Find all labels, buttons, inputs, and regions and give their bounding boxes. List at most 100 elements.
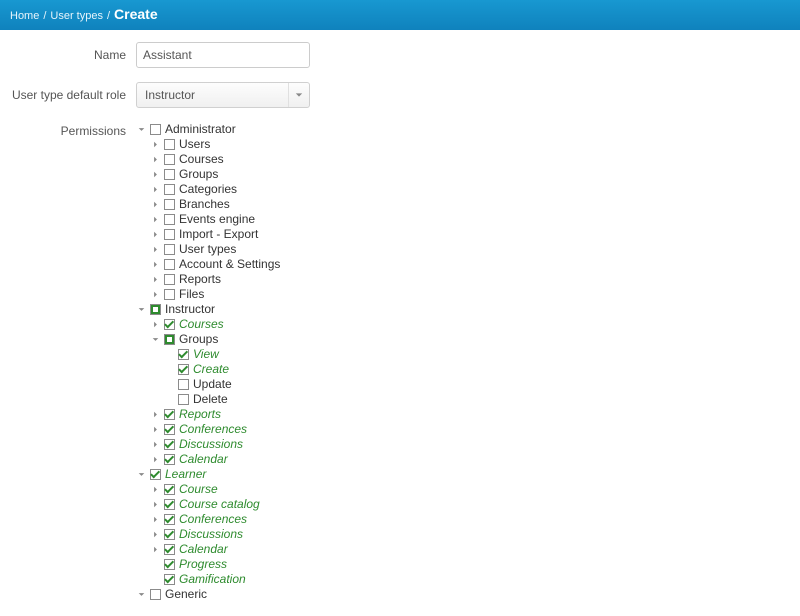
tree-checkbox[interactable]	[164, 559, 175, 570]
tree-checkbox[interactable]	[164, 289, 175, 300]
tree-node: Categories	[150, 182, 280, 197]
tree-checkbox[interactable]	[164, 244, 175, 255]
breadcrumb-current: Create	[114, 6, 158, 22]
tree-toggle-closed-icon[interactable]	[150, 275, 160, 285]
tree-checkbox[interactable]	[164, 499, 175, 510]
tree-node-label: Reports	[179, 272, 221, 287]
tree-node-label: Import - Export	[179, 227, 258, 242]
tree-checkbox[interactable]	[164, 214, 175, 225]
tree-toggle-closed-icon[interactable]	[150, 215, 160, 225]
tree-checkbox[interactable]	[164, 319, 175, 330]
tree-toggle-closed-icon[interactable]	[150, 290, 160, 300]
tree-checkbox[interactable]	[164, 184, 175, 195]
tree-node: Discussions	[150, 527, 280, 542]
tree-node: Calendar	[150, 542, 280, 557]
tree-checkbox[interactable]	[178, 379, 189, 390]
tree-checkbox[interactable]	[164, 544, 175, 555]
tree-toggle-closed-icon[interactable]	[150, 230, 160, 240]
tree-node: Users	[150, 137, 280, 152]
tree-checkbox[interactable]	[164, 169, 175, 180]
name-input[interactable]	[136, 42, 310, 68]
tree-toggle-open-icon[interactable]	[136, 470, 146, 480]
tree-node: Reports	[150, 272, 280, 287]
tree-node-label: Users	[179, 137, 210, 152]
tree-checkbox[interactable]	[164, 484, 175, 495]
tree-checkbox[interactable]	[164, 439, 175, 450]
tree-toggle-closed-icon[interactable]	[150, 155, 160, 165]
tree-node: User types	[150, 242, 280, 257]
tree-checkbox[interactable]	[164, 139, 175, 150]
tree-node-label: Branches	[179, 197, 230, 212]
role-select[interactable]: Instructor	[136, 82, 310, 108]
tree-node: Update	[164, 377, 280, 392]
tree-checkbox[interactable]	[178, 394, 189, 405]
tree-checkbox[interactable]	[164, 334, 175, 345]
tree-toggle-open-icon[interactable]	[136, 305, 146, 315]
tree-node-label: Files	[179, 287, 204, 302]
tree-node-label: Groups	[179, 332, 218, 347]
tree-node: Files	[150, 287, 280, 302]
tree-node: Progress	[150, 557, 280, 572]
tree-checkbox[interactable]	[164, 274, 175, 285]
tree-checkbox[interactable]	[164, 154, 175, 165]
tree-checkbox[interactable]	[150, 124, 161, 135]
tree-toggle-closed-icon[interactable]	[150, 185, 160, 195]
tree-toggle-closed-icon[interactable]	[150, 530, 160, 540]
tree-node-label: Events engine	[179, 212, 255, 227]
tree-checkbox[interactable]	[164, 424, 175, 435]
tree-checkbox[interactable]	[164, 454, 175, 465]
tree-node-label: Conferences	[179, 422, 247, 437]
tree-node: Reports	[150, 407, 280, 422]
tree-toggle-closed-icon[interactable]	[150, 410, 160, 420]
tree-toggle-closed-icon[interactable]	[150, 320, 160, 330]
tree-toggle-open-icon[interactable]	[136, 125, 146, 135]
tree-toggle-closed-icon[interactable]	[150, 260, 160, 270]
tree-toggle-closed-icon[interactable]	[150, 515, 160, 525]
tree-checkbox[interactable]	[164, 574, 175, 585]
tree-node-label: Progress	[179, 557, 227, 572]
tree-checkbox[interactable]	[164, 199, 175, 210]
breadcrumb-user-types[interactable]: User types	[50, 10, 103, 22]
tree-toggle-open-icon[interactable]	[136, 590, 146, 600]
tree-node: View	[164, 347, 280, 362]
tree-checkbox[interactable]	[150, 304, 161, 315]
tree-checkbox[interactable]	[150, 589, 161, 600]
tree-toggle-closed-icon[interactable]	[150, 485, 160, 495]
tree-toggle-open-icon[interactable]	[150, 335, 160, 345]
tree-node: Course	[150, 482, 280, 497]
tree-checkbox[interactable]	[164, 409, 175, 420]
tree-node-label: Account & Settings	[179, 257, 280, 272]
breadcrumb: Home / User types / Create	[0, 0, 800, 30]
tree-node-label: Generic	[165, 587, 207, 602]
tree-node: Course catalog	[150, 497, 280, 512]
tree-checkbox[interactable]	[164, 529, 175, 540]
tree-node: Courses	[150, 317, 280, 332]
tree-checkbox[interactable]	[164, 259, 175, 270]
breadcrumb-home[interactable]: Home	[10, 10, 39, 22]
name-label: Name	[10, 48, 136, 62]
tree-toggle-closed-icon[interactable]	[150, 425, 160, 435]
tree-checkbox[interactable]	[164, 229, 175, 240]
tree-toggle-closed-icon[interactable]	[150, 455, 160, 465]
tree-toggle-closed-icon[interactable]	[150, 170, 160, 180]
tree-node-label: Discussions	[179, 527, 243, 542]
tree-node-label: Update	[193, 377, 232, 392]
tree-toggle-closed-icon[interactable]	[150, 140, 160, 150]
tree-node-label: Delete	[193, 392, 228, 407]
form: Name User type default role Instructor P…	[0, 30, 800, 602]
tree-toggle-closed-icon[interactable]	[150, 545, 160, 555]
tree-node: Generic	[136, 587, 280, 602]
tree-toggle-closed-icon[interactable]	[150, 500, 160, 510]
tree-node-label: Conferences	[179, 512, 247, 527]
tree-checkbox[interactable]	[178, 364, 189, 375]
breadcrumb-sep: /	[107, 10, 110, 22]
row-permissions: Permissions AdministratorUsersCoursesGro…	[10, 122, 790, 602]
tree-checkbox[interactable]	[150, 469, 161, 480]
tree-toggle-closed-icon[interactable]	[150, 200, 160, 210]
tree-toggle-closed-icon[interactable]	[150, 245, 160, 255]
tree-node-label: Calendar	[179, 542, 228, 557]
tree-node: Account & Settings	[150, 257, 280, 272]
tree-checkbox[interactable]	[164, 514, 175, 525]
tree-toggle-closed-icon[interactable]	[150, 440, 160, 450]
tree-checkbox[interactable]	[178, 349, 189, 360]
